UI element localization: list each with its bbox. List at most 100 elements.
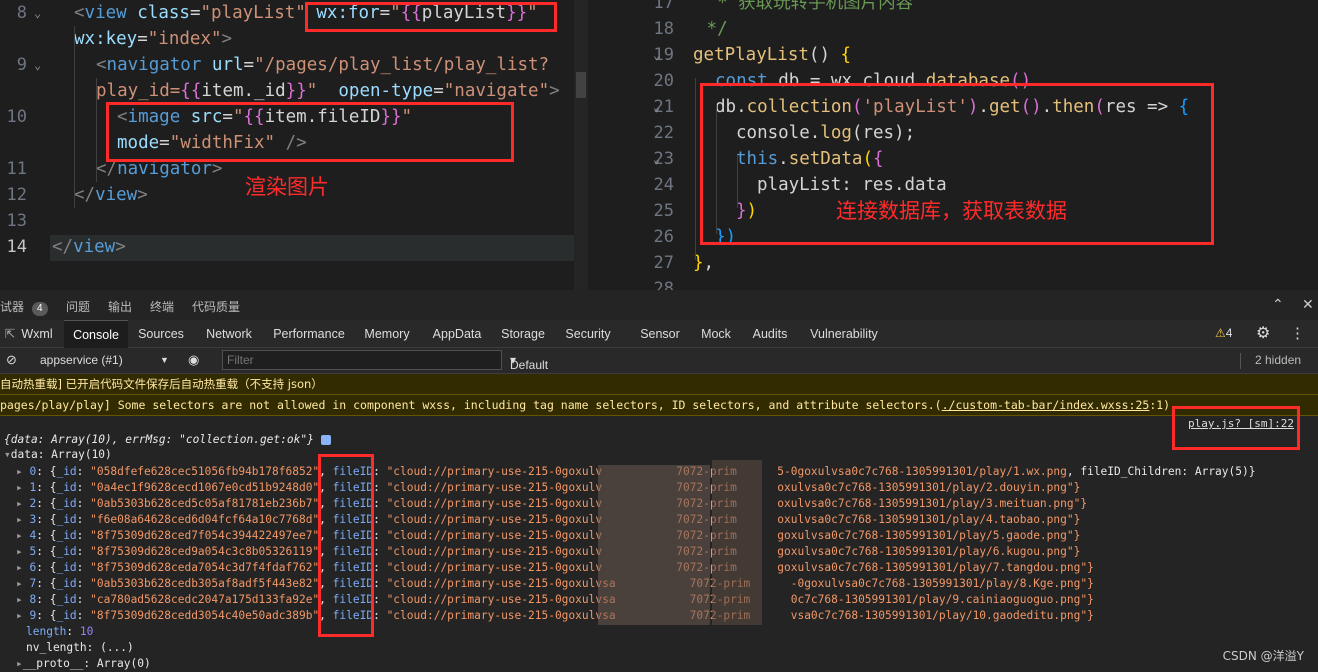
line-number: 14 [6,237,27,257]
line-number: 11 [6,159,27,179]
settings-gear-icon[interactable]: ⚙ [1256,323,1270,343]
line-number: 8 [16,3,27,23]
source-link-highlight-box [1172,406,1300,450]
fold-chevron-icon[interactable]: ⌄ [34,52,41,78]
data-row[interactable]: ▸ 6: {_id: "8f75309d628ceda7054c3d7f4fda… [16,560,1094,576]
line-number: 18 [653,19,674,39]
info-icon[interactable] [320,435,331,445]
data-row[interactable]: ▸ 7: {_id: "0ab5303b628cedb305af8adf5f44… [16,576,1094,592]
data-row[interactable]: ▸ 9: {_id: "8f75309d628cedd3054c40e50adc… [16,608,1094,624]
warning-triangle-icon: ⚠ [1215,326,1226,340]
hot-reload-warning: 自动热重载] 已开启代码文件保存后自动热重载（不支持 json） [0,374,1318,395]
expand-down-icon: ▾ [4,448,11,461]
wxss-source-link[interactable]: ./custom-tab-bar/index.wxss:25 [942,398,1150,412]
line-number: 17 [653,0,674,13]
line-number: 21 [653,97,674,117]
code-line[interactable]: * 获取玩转手机图片内容 [696,0,913,16]
divider [1240,353,1241,369]
close-icon[interactable]: ✕ [1302,296,1314,313]
line-number: 10 [6,107,27,127]
length-prop: length: 10 [26,625,94,638]
chevron-down-icon[interactable]: ▼ [160,355,169,365]
tab-network[interactable]: Network [196,320,262,348]
wxfor-highlight-box [305,2,557,32]
code-line[interactable]: <navigator url="/pages/play_list/play_li… [96,52,549,78]
collapse-icon[interactable]: ⌃ [1272,296,1284,313]
tab-mock[interactable]: Mock [692,320,740,348]
line-number: 20 [653,71,674,91]
tab-performance[interactable]: Performance [266,320,352,348]
code-line[interactable]: }, [693,250,714,276]
line-number: 28 [653,279,674,290]
code-line[interactable]: </view> [74,182,148,208]
filter-input[interactable] [222,350,502,370]
indent-guide [96,78,97,182]
panel-tab[interactable]: 输出 [108,298,132,315]
panel-tab[interactable]: 代码质量 [192,298,240,315]
panel-tab[interactable]: 试器 4 [0,298,48,316]
eye-icon[interactable]: ◉ [188,352,199,368]
fold-chevron-icon[interactable]: ⌄ [653,146,660,172]
tab-wxml[interactable]: Wxml [14,320,60,348]
data-row[interactable]: ▸ 1: {_id: "0a4ec1f9628cecd1067e0cd51b92… [16,480,1080,496]
devtools-tab-bar: ⇱ Wxml Console Sources Network Performance Me… [0,320,1318,348]
fold-chevron-icon[interactable]: ⌄ [653,94,660,120]
tab-security[interactable]: Security [556,320,620,348]
code-line[interactable]: </view> [52,234,126,260]
line-number: 26 [653,227,674,247]
indent-guide [695,78,696,260]
data-row[interactable]: ▸ 3: {_id: "f6e08a64628ced6d04fcf64a10c7… [16,512,1080,528]
right-code-editor[interactable]: 17 * 获取玩转手机图片内容 18 */19 ⌄ getPlayList() {20… [590,0,1318,290]
hidden-count: 2 hidden [1255,353,1302,367]
db-annotation: 连接数据库，获取表数据 [836,199,1067,223]
mosaic-redaction [712,460,762,625]
data-row[interactable]: ▸ 5: {_id: "8f75309d628ced9a054c3c8b0532… [16,544,1080,560]
fileid-highlight-box [318,454,374,637]
panel-tab[interactable]: 问题 [66,298,90,315]
context-select[interactable]: appservice (#1) [40,353,123,367]
panel-tab[interactable]: 终端 [150,298,174,315]
data-row[interactable]: ▸ 8: {_id: "ca780ad5628cedc2047a175d133f… [16,592,1094,608]
proto-prop[interactable]: ▸__proto__: Array(0) [16,656,151,672]
mosaic-redaction [598,465,710,625]
scrollbar-thumb[interactable] [576,72,586,98]
tab-vulnerability[interactable]: Vulnerability [800,320,888,348]
tab-sources[interactable]: Sources [132,320,190,348]
data-array-node[interactable]: ▾data: Array(10) [4,447,112,463]
log-levels-select[interactable]: Default levels ▾ [510,353,548,386]
tab-appdata[interactable]: AppData [422,320,492,348]
line-number: 24 [653,175,674,195]
line-number: 9 [16,55,27,75]
selector-warning: pages/play/play] Some selectors are not … [0,395,1318,416]
code-line[interactable]: wx:key="index"> [74,26,232,52]
vertical-scrollbar[interactable] [574,0,588,290]
line-number: 13 [6,211,27,231]
tab-memory[interactable]: Memory [356,320,418,348]
line-number: 25 [653,201,674,221]
fold-chevron-icon[interactable]: ⌄ [653,42,660,68]
watermark: CSDN @洋溢Y [1222,649,1304,663]
line-number: 19 [653,45,674,65]
left-code-editor[interactable]: 8 ⌄ <view class="playList" wx:for="{{playL… [0,0,588,290]
tab-sensor[interactable]: Sensor [632,320,688,348]
current-line-highlight [50,235,588,261]
data-row[interactable]: ▸ 4: {_id: "8f75309d628ced7f054c39442249… [16,528,1080,544]
log-object-summary[interactable]: {data: Array(10), errMsg: "collection.ge… [4,432,331,448]
console-filter-bar: ⊘ appservice (#1) ▼ ◉ Default levels ▾ 2… [0,348,1318,386]
more-options-icon[interactable]: ⋮ [1290,324,1305,342]
code-line[interactable]: getPlayList() { [693,42,851,68]
fold-chevron-icon[interactable]: ⌄ [34,0,41,26]
code-line[interactable]: */ [696,16,728,42]
tab-console[interactable]: Console [64,320,128,348]
code-line[interactable]: play_id={{item._id}}" open-type="navigat… [96,78,560,104]
nv-length-prop: nv_length: (...) [26,641,134,654]
tab-storage[interactable]: Storage [494,320,552,348]
data-row[interactable]: ▸ 2: {_id: "0ab5303b628ced5c05af81781eb2… [16,496,1087,512]
line-number: 27 [653,253,674,273]
devtools-panel: 试器 4 问题 输出 终端 代码质量 ⌃ ✕ ⇱ Wxml Console Sources Ne… [0,290,1318,672]
line-number: 22 [653,123,674,143]
tab-audits[interactable]: Audits [744,320,796,348]
line-number: 23 [653,149,674,169]
clear-console-icon[interactable]: ⊘ [6,352,17,368]
warning-counter[interactable]: ⚠4 [1215,326,1232,340]
